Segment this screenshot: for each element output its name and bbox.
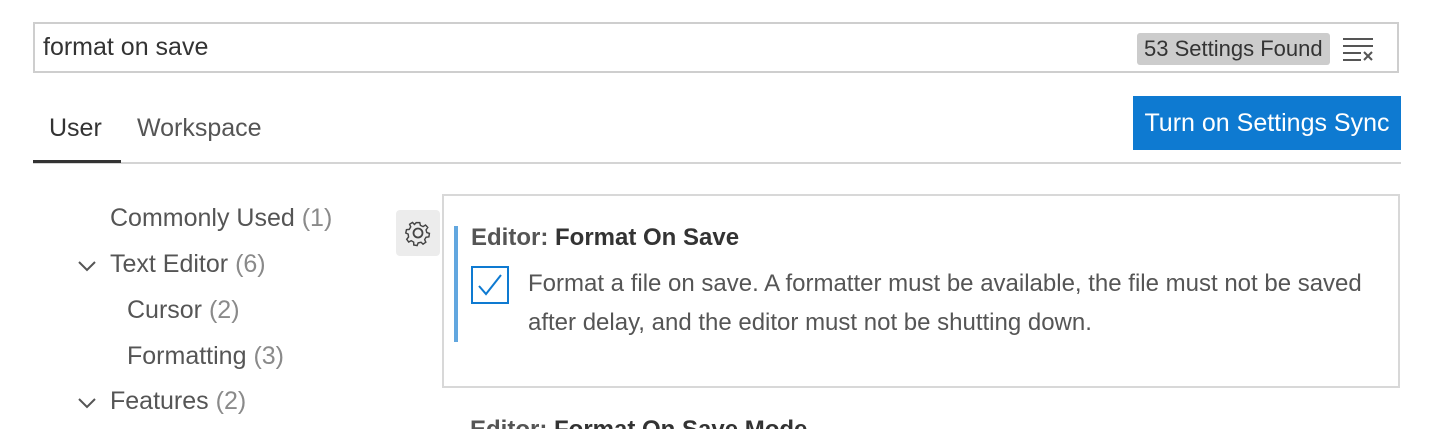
chevron-down-icon[interactable] <box>77 396 97 410</box>
result-count-badge: 53 Settings Found <box>1137 33 1330 65</box>
toc-item-count: (1) <box>301 204 333 232</box>
tab-user[interactable]: User <box>49 114 102 143</box>
toc-item-label: Text Editor <box>110 250 229 278</box>
toc-item-features[interactable]: Features (2) <box>110 387 246 416</box>
toc-item-text-editor[interactable]: Text Editor (6) <box>110 250 266 279</box>
toc-item-cursor[interactable]: Cursor (2) <box>127 296 240 325</box>
setting-category: Editor: <box>471 224 549 251</box>
active-tab-indicator <box>33 160 121 163</box>
toc-item-count: (6) <box>235 250 266 278</box>
tab-workspace[interactable]: Workspace <box>137 114 262 143</box>
setting-item-format-on-save: Editor: Format On Save Format a file on … <box>442 194 1400 388</box>
turn-on-settings-sync-button[interactable]: Turn on Settings Sync <box>1133 96 1401 150</box>
setting-title: Editor: Format On Save <box>471 224 739 252</box>
toc-item-label: Cursor <box>127 296 203 324</box>
search-input[interactable] <box>43 24 1123 71</box>
toc-item-commonly-used[interactable]: Commonly Used (1) <box>110 204 332 233</box>
setting-category: Editor: <box>470 416 547 429</box>
focus-indicator <box>454 226 458 342</box>
chevron-down-icon[interactable] <box>77 259 97 273</box>
toc-item-formatting[interactable]: Formatting (3) <box>127 342 284 371</box>
check-icon <box>473 274 507 306</box>
setting-name: Format On Save Mode <box>554 416 807 429</box>
setting-description: Format a file on save. A formatter must … <box>528 270 1362 336</box>
format-on-save-checkbox[interactable] <box>471 266 509 304</box>
toc-item-count: (2) <box>208 296 240 324</box>
gear-icon <box>396 221 440 260</box>
settings-scope-tabs: User Workspace Turn on Settings Sync <box>33 96 1401 164</box>
toc-item-count: (2) <box>215 387 247 415</box>
settings-editor: 53 Settings Found User Workspace Turn on… <box>0 0 1430 429</box>
search-box: 53 Settings Found <box>33 22 1399 73</box>
clear-filter-icon[interactable] <box>1341 34 1375 64</box>
toc-item-label: Commonly Used <box>110 204 295 232</box>
setting-name: Format On Save <box>555 224 740 251</box>
toc-item-label: Features <box>110 387 209 415</box>
setting-gear-button[interactable] <box>396 210 440 256</box>
next-setting-title: Editor: Format On Save Mode <box>470 416 807 429</box>
toc-item-count: (3) <box>253 342 284 370</box>
toc-item-label: Formatting <box>127 342 247 370</box>
